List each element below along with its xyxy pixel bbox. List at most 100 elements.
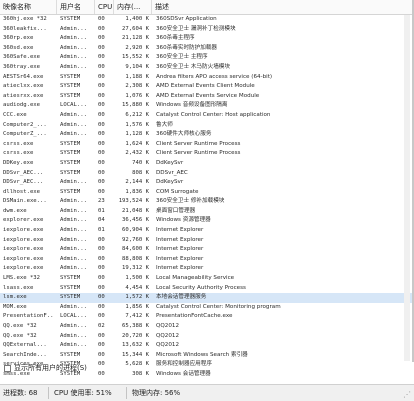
table-row[interactable]: dllhost.exe SYSTEM 00 1,836 K COM Surrogate: [0, 188, 412, 198]
process-user-cell: Admin...: [60, 236, 87, 243]
process-memory-cell: 2,144 K: [125, 179, 149, 186]
table-row[interactable]: lsass.exe SYSTEM 00 4,454 K Local Security A…: [0, 284, 412, 294]
table-row[interactable]: DDSvr_AEC... Admin... 00 2,144 K DdKeySvr: [0, 178, 412, 188]
process-user-cell: SYSTEM: [60, 275, 81, 282]
column-header-cpu[interactable]: CPU: [95, 0, 114, 14]
table-row[interactable]: QQ.exe *32 Admin... 00 20,720 K QQ2012: [0, 332, 412, 342]
table-row[interactable]: iexplore.exe Admin... 00 88,808 K Internet E…: [0, 255, 412, 265]
process-description-cell: 360安全卫士 修补加载模块: [156, 198, 225, 205]
process-user-cell: Admin...: [60, 44, 87, 51]
process-description-cell: Internet Explorer: [156, 227, 204, 234]
table-row[interactable]: 360tray.exe Admin... 00 9,104 K 360安全卫士 木马防火…: [0, 63, 412, 73]
process-description-cell: Catalyst Control Center: Host applicatio…: [156, 111, 271, 118]
show-all-processes-row[interactable]: 显示所有用户的进程(S): [0, 362, 414, 376]
table-row[interactable]: csrss.exe SYSTEM 00 2,432 K Client Server Ru…: [0, 149, 412, 159]
table-row[interactable]: DDSvr_AEC... SYSTEM 00 808 K DDSvr_AEC: [0, 169, 412, 179]
table-row[interactable]: 360sd.exe Admin... 00 2,920 K 360杀毒实时防护加载器: [0, 44, 412, 54]
process-user-cell: SYSTEM: [60, 140, 81, 147]
process-cpu-cell: 00: [98, 73, 105, 80]
process-name-cell: 360sd.exe: [3, 44, 34, 51]
table-row[interactable]: iexplore.exe Admin... 00 84,600 K Internet E…: [0, 245, 412, 255]
process-cpu-cell: 00: [98, 140, 105, 147]
process-name-cell: 360Safe.exe: [3, 54, 41, 61]
table-row[interactable]: 360leakfix... Admin... 00 27,604 K 360安全卫士 漏…: [0, 25, 412, 35]
table-row[interactable]: csrss.exe SYSTEM 00 1,624 K Client Server Ru…: [0, 140, 412, 150]
column-header-bar: 映像名称 用户名 CPU 内存(... 描述: [0, 0, 412, 15]
table-row[interactable]: Computer2_... Admin... 00 1,576 K 鲁大师: [0, 121, 412, 131]
table-row[interactable]: CCC.exe Admin... 00 6,212 K Catalyst Control…: [0, 111, 412, 121]
process-user-cell: Admin...: [60, 217, 87, 224]
table-row[interactable]: iexplore.exe Admin... 01 60,904 K Internet E…: [0, 226, 412, 236]
process-name-cell: csrss.exe: [3, 150, 34, 157]
process-description-cell: Andrea filters APO access service (64-bi…: [156, 73, 273, 80]
process-user-cell: Admin...: [60, 25, 87, 32]
process-user-cell: Admin...: [60, 227, 87, 234]
process-memory-cell: 88,808 K: [122, 255, 149, 262]
process-description-cell: Internet Explorer: [156, 246, 204, 253]
status-divider: [126, 387, 127, 399]
process-name-cell: MOM.exe: [3, 303, 27, 310]
process-name-cell: explorer.exe: [3, 217, 44, 224]
process-description-cell: Catalyst Control Center: Monitoring prog…: [156, 303, 281, 310]
process-user-cell: Admin...: [60, 265, 87, 272]
process-name-cell: QQ.exe *32: [3, 323, 37, 329]
process-user-cell: SYSTEM: [60, 169, 81, 176]
process-memory-cell: 19,312 K: [122, 265, 149, 272]
column-header-user[interactable]: 用户名: [57, 0, 95, 14]
table-row[interactable]: QQExternal... Admin... 00 13,632 K QQ2012: [0, 341, 412, 351]
process-name-cell: 360leakfix...: [3, 25, 47, 32]
table-row[interactable]: lsm.exe SYSTEM 00 1,572 K 本地会话管理器服务: [0, 293, 412, 303]
process-cpu-cell: 00: [98, 83, 105, 90]
show-all-processes-checkbox[interactable]: [4, 365, 11, 372]
table-row[interactable]: 360Safe.exe Admin... 00 15,552 K 360安全卫士 主程序: [0, 53, 412, 63]
table-row[interactable]: DSMain.exe... Admin... 23 193,524 K 360安全卫士 …: [0, 197, 412, 207]
process-user-cell: SYSTEM: [60, 92, 81, 99]
table-row[interactable]: AESTSr64.exe SYSTEM 00 1,188 K Andrea filter…: [0, 73, 412, 83]
vertical-scrollbar[interactable]: [404, 15, 410, 361]
table-row[interactable]: iexplore.exe Admin... 00 92,760 K Internet E…: [0, 236, 412, 246]
process-memory-cell: 15,344 K: [122, 351, 149, 358]
column-header-image-name[interactable]: 映像名称: [0, 0, 57, 14]
table-row[interactable]: atieclxx.exe SYSTEM 00 2,308 K AMD External …: [0, 82, 412, 92]
process-name-cell: iexplore.exe: [3, 255, 44, 262]
process-cpu-cell: 00: [98, 150, 105, 157]
table-row[interactable]: PresentationF... LOCAL... 00 7,412 K Present…: [0, 312, 412, 322]
process-description-cell: AMD External Events Service Module: [156, 92, 260, 99]
status-process-count: 进程数: 68: [3, 389, 38, 397]
process-cpu-cell: 00: [98, 121, 105, 128]
process-name-cell: AESTSr64.exe: [3, 73, 44, 80]
table-row[interactable]: dwm.exe Admin... 01 21,048 K 桌面窗口管理器: [0, 207, 412, 217]
process-user-cell: Admin...: [60, 111, 87, 118]
process-cpu-cell: 01: [98, 227, 105, 234]
table-row[interactable]: 360hj.exe *32 SYSTEM 00 1,400 K 360SDSvr App…: [0, 15, 412, 25]
process-description-cell: 360杀毒实时防护加载器: [156, 44, 218, 51]
resize-grip-icon[interactable]: ⋰: [403, 390, 413, 400]
process-description-cell: 桌面窗口管理器: [156, 207, 196, 214]
process-user-cell: SYSTEM: [60, 284, 81, 291]
process-cpu-cell: 00: [98, 54, 105, 61]
table-row[interactable]: MOM.exe Admin... 00 1,856 K Catalyst Control…: [0, 303, 412, 313]
process-memory-cell: 36,456 K: [122, 217, 149, 224]
table-row[interactable]: atiesrxx.exe SYSTEM 00 1,076 K AMD External …: [0, 92, 412, 102]
table-row[interactable]: iexplore.exe Admin... 00 19,312 K Internet E…: [0, 264, 412, 274]
column-header-description[interactable]: 描述: [152, 0, 404, 14]
process-description-cell: AMD External Events Client Module: [156, 83, 255, 90]
process-name-cell: CCC.exe: [3, 111, 27, 118]
process-name-cell: csrss.exe: [3, 140, 34, 147]
process-description-cell: Microsoft Windows Search 索引器: [156, 351, 248, 358]
table-row[interactable]: LMS.exe *32 SYSTEM 00 1,500 K Local Manageab…: [0, 274, 412, 284]
process-memory-cell: 60,904 K: [122, 227, 149, 234]
table-row[interactable]: ComputerZ_... Admin... 00 1,128 K 360硬件大师核心服…: [0, 130, 412, 140]
process-name-cell: iexplore.exe: [3, 265, 44, 272]
process-user-cell: Admin...: [60, 332, 87, 339]
table-row[interactable]: 360rp.exe Admin... 00 21,128 K 360杀毒主程序: [0, 34, 412, 44]
table-row[interactable]: DDKey.exe SYSTEM 00 740 K DdKeySvr: [0, 159, 412, 169]
process-cpu-cell: 00: [98, 275, 105, 282]
table-row[interactable]: SearchInde... SYSTEM 00 15,344 K Microsoft W…: [0, 351, 412, 361]
status-divider: [48, 387, 49, 399]
table-row[interactable]: explorer.exe Admin... 04 36,456 K Windows 资源…: [0, 216, 412, 226]
column-header-memory[interactable]: 内存(...: [114, 0, 152, 14]
table-row[interactable]: audiodg.exe LOCAL... 00 15,880 K Windows 音频设…: [0, 101, 412, 111]
table-row[interactable]: QQ.exe *32 Admin... 02 65,388 K QQ2012: [0, 322, 412, 332]
process-description-cell: 360杀毒主程序: [156, 35, 195, 42]
